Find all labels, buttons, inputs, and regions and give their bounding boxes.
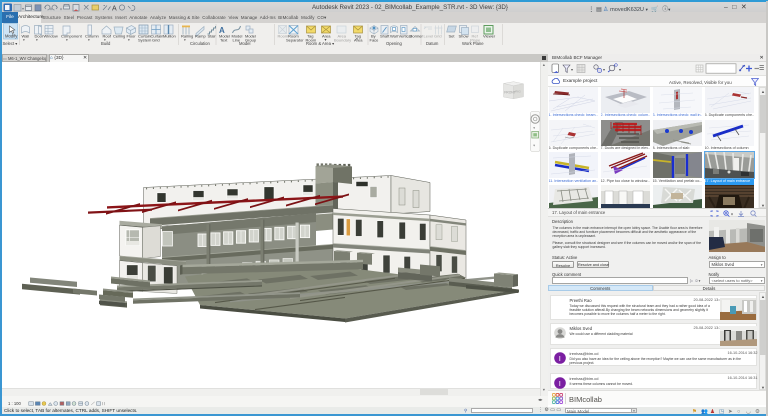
svg-text:Separator: Separator (286, 38, 304, 43)
svg-text:▾: ▾ (731, 211, 733, 216)
svg-text:▾: ▾ (533, 126, 535, 130)
svg-text:▾: ▾ (128, 38, 130, 42)
svg-text:Build: Build (101, 41, 111, 46)
svg-text:Boundary: Boundary (334, 38, 351, 43)
svg-text:▾: ▾ (50, 6, 52, 11)
svg-text:Circulation: Circulation (190, 41, 210, 46)
svg-text:◳: ◳ (719, 409, 725, 414)
svg-text:Level: Level (424, 34, 434, 39)
svg-text:Set: Set (449, 34, 456, 39)
svg-text:Shaft: Shaft (380, 34, 390, 39)
svg-text:▾: ▾ (22, 6, 24, 11)
svg-text:Ceiling: Ceiling (113, 34, 125, 39)
svg-text:RIG: RIG (515, 90, 521, 94)
svg-text:Railing: Railing (181, 34, 193, 39)
svg-text:▾: ▾ (60, 6, 62, 11)
svg-text:Viewer: Viewer (483, 34, 496, 39)
svg-text:👥: 👥 (701, 409, 708, 414)
svg-text:▾: ▾ (533, 144, 535, 148)
svg-text:○: ○ (737, 409, 740, 414)
svg-text:FRONT: FRONT (504, 90, 515, 94)
svg-text:Wall: Wall (390, 34, 398, 39)
svg-text:▾: ▾ (23, 38, 25, 42)
svg-text:Area: Area (322, 34, 331, 39)
svg-text:Model: Model (239, 41, 250, 46)
svg-text:▾: ▾ (603, 67, 605, 72)
svg-text:Grid: Grid (152, 38, 160, 43)
svg-text:Grid: Grid (434, 34, 442, 39)
svg-text:Window: Window (44, 34, 58, 39)
svg-text:Select ▾: Select ▾ (3, 41, 18, 46)
svg-text:▾: ▾ (184, 38, 186, 42)
svg-text:Opening: Opening (386, 41, 403, 46)
svg-text:I: I (558, 353, 560, 362)
svg-text:Modify: Modify (5, 34, 18, 39)
svg-text:⚙: ⚙ (755, 408, 760, 414)
svg-text:▾: ▾ (619, 67, 621, 72)
svg-text:Mullion: Mullion (163, 34, 176, 39)
svg-text:Stair: Stair (208, 34, 217, 39)
svg-text:Room & Area ▾: Room & Area ▾ (306, 41, 334, 46)
svg-text:Face: Face (370, 38, 380, 43)
svg-text:⚑: ⚑ (692, 408, 697, 414)
svg-text:Component: Component (61, 34, 83, 39)
svg-text:Datum: Datum (426, 41, 439, 46)
svg-text:I: I (558, 378, 560, 387)
svg-text:Ramp: Ramp (195, 34, 206, 39)
svg-text:Work Plane: Work Plane (462, 41, 484, 46)
svg-text:♟: ♟ (710, 408, 715, 414)
svg-text:▾: ▾ (66, 38, 68, 42)
svg-text:▾: ▾ (88, 38, 90, 42)
svg-text:Dormer: Dormer (410, 34, 424, 39)
svg-text:◡: ◡ (746, 409, 751, 414)
svg-text:A: A (112, 5, 117, 12)
svg-text:▾: ▾ (356, 37, 358, 41)
svg-text:▾: ▾ (36, 38, 38, 42)
svg-text:Show: Show (459, 34, 469, 39)
svg-text:▾: ▾ (571, 67, 573, 72)
svg-text:➤: ➤ (728, 409, 733, 414)
svg-text:Text: Text (220, 38, 228, 43)
